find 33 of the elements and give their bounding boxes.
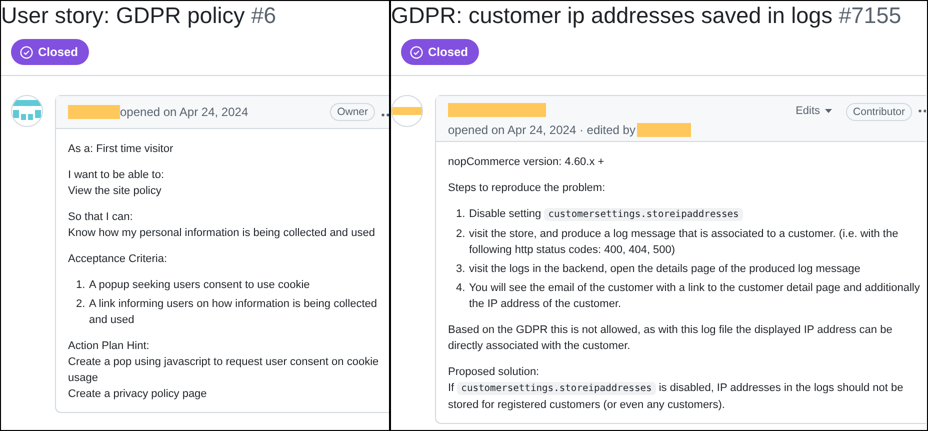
role-label: Owner [330,103,375,121]
status-badge: Closed [401,39,480,65]
list-number: 1. [456,207,466,222]
comment-paragraph: I want to be able to: View the site policy [68,168,166,199]
list-item: You will see the email of the customer with a link to the customer detail page and additionally the IP address of the customer. [469,281,920,312]
list-number: 3. [456,262,466,277]
list-number: 1. [76,278,86,293]
comment-paragraph: So that I can: Know how my personal information is being collected and used [68,210,376,241]
issue-title: GDPR: customer ip addresses saved in logs #7155 [391,2,902,30]
issue-title: User story: GDPR policy #6 [1,2,278,30]
check-circle-icon [410,46,423,58]
list-number: 2. [76,297,86,312]
role-label: Contributor [846,103,912,121]
comment-paragraph: As a: First time visitor [68,142,174,157]
list-item: visit the logs in the backend, open the details page of the produced log message [469,262,862,277]
comment-paragraph: nopCommerce version: 4.60.x + [448,155,606,170]
list-item: visit the store, and produce a log message that is associated to a customer. (i.e. with the following http status codes: 400, 404, 500) [469,227,900,258]
edits-dropdown[interactable]: Edits [796,105,832,117]
comment-meta: opened on Apr 24, 2024 · edited by [448,123,636,137]
check-circle-icon [20,46,33,58]
list-item: Disable setting customersettings.storeipaddresses [469,206,920,223]
caret-icon [825,109,832,113]
comment-paragraph: Proposed solution: If customersettings.storeipaddresses is disabled, IP addresses in the logs should not be stored for registered customers (or even any customers). [448,365,904,413]
comment-paragraph: Based on the GDPR this is not allowed, as with this log file the displayed IP address can be directly associated with the customer. [448,323,894,354]
status-badge: Closed [11,39,90,65]
list-number: 2. [456,227,466,242]
comment-paragraph: Steps to reproduce the problem: [448,181,606,196]
comment-paragraph: Acceptance Criteria: [68,252,168,267]
comment-paragraph: Action Plan Hint: Create a pop using javascript to request user consent on cookie usage Create a privacy policy page [68,339,380,402]
comment-meta: opened on Apr 24, 2024 [120,105,248,119]
list-item: A popup seeking users consent to use cookie [89,278,311,293]
list-item: A link informing users on how information is being collected and used [89,297,378,328]
list-number: 4. [456,281,466,296]
